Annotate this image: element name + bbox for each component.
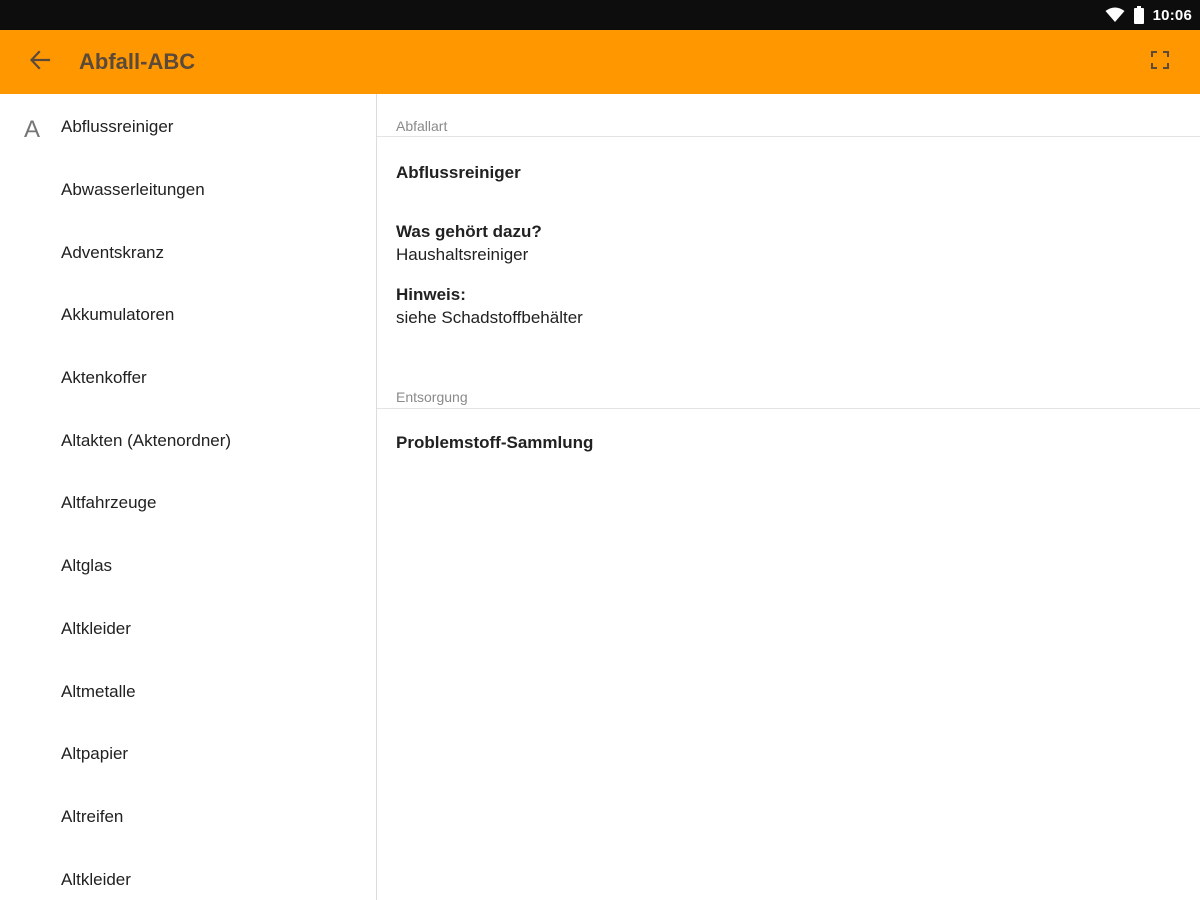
disposal-header: Entsorgung xyxy=(396,389,468,405)
list-item[interactable]: Adventskranz xyxy=(61,233,164,273)
divider xyxy=(377,136,1200,137)
list-item[interactable]: Altreifen xyxy=(61,797,123,837)
status-bar: 10:06 xyxy=(0,0,1200,30)
disposal-value: Problemstoff-Sammlung xyxy=(396,433,594,452)
fullscreen-button[interactable] xyxy=(1142,44,1178,80)
detail-pane: Abfallart Abflussreiniger Was gehört daz… xyxy=(377,94,1200,900)
includes-label: Was gehört dazu? xyxy=(396,222,542,241)
list-item[interactable]: Altakten (Aktenordner) xyxy=(61,421,231,461)
waste-list[interactable]: A Abflussreiniger Abwasserleitungen Adve… xyxy=(0,94,377,900)
battery-icon xyxy=(1133,6,1145,24)
fullscreen-icon xyxy=(1151,50,1169,74)
list-item[interactable]: Altkleider xyxy=(61,609,131,649)
list-item[interactable]: Akkumulatoren xyxy=(61,295,174,335)
wifi-icon xyxy=(1105,7,1125,23)
list-item[interactable]: Aktenkoffer xyxy=(61,358,147,398)
list-item[interactable]: Abwasserleitungen xyxy=(61,170,205,210)
list-item[interactable]: Altkleider xyxy=(61,860,131,900)
list-item[interactable]: Altglas xyxy=(61,546,112,586)
includes-value: Haushaltsreiniger xyxy=(396,245,529,264)
list-item[interactable]: Abflussreiniger xyxy=(61,107,173,147)
app-bar: Abfall-ABC xyxy=(0,30,1200,94)
status-icons: 10:06 xyxy=(1105,0,1192,30)
list-item[interactable]: Altmetalle xyxy=(61,672,136,712)
waste-type-name: Abflussreiniger xyxy=(396,163,521,182)
back-button[interactable] xyxy=(22,44,58,80)
divider xyxy=(377,408,1200,409)
list-item[interactable]: Altpapier xyxy=(61,734,128,774)
app-title: Abfall-ABC xyxy=(79,49,196,74)
section-letter: A xyxy=(24,116,41,143)
arrow-back-icon xyxy=(29,49,51,76)
note-label: Hinweis: xyxy=(396,285,466,304)
status-time: 10:06 xyxy=(1152,6,1192,24)
note-value: siehe Schadstoffbehälter xyxy=(396,308,583,327)
list-item[interactable]: Altfahrzeuge xyxy=(61,483,156,523)
waste-type-header: Abfallart xyxy=(396,118,448,134)
